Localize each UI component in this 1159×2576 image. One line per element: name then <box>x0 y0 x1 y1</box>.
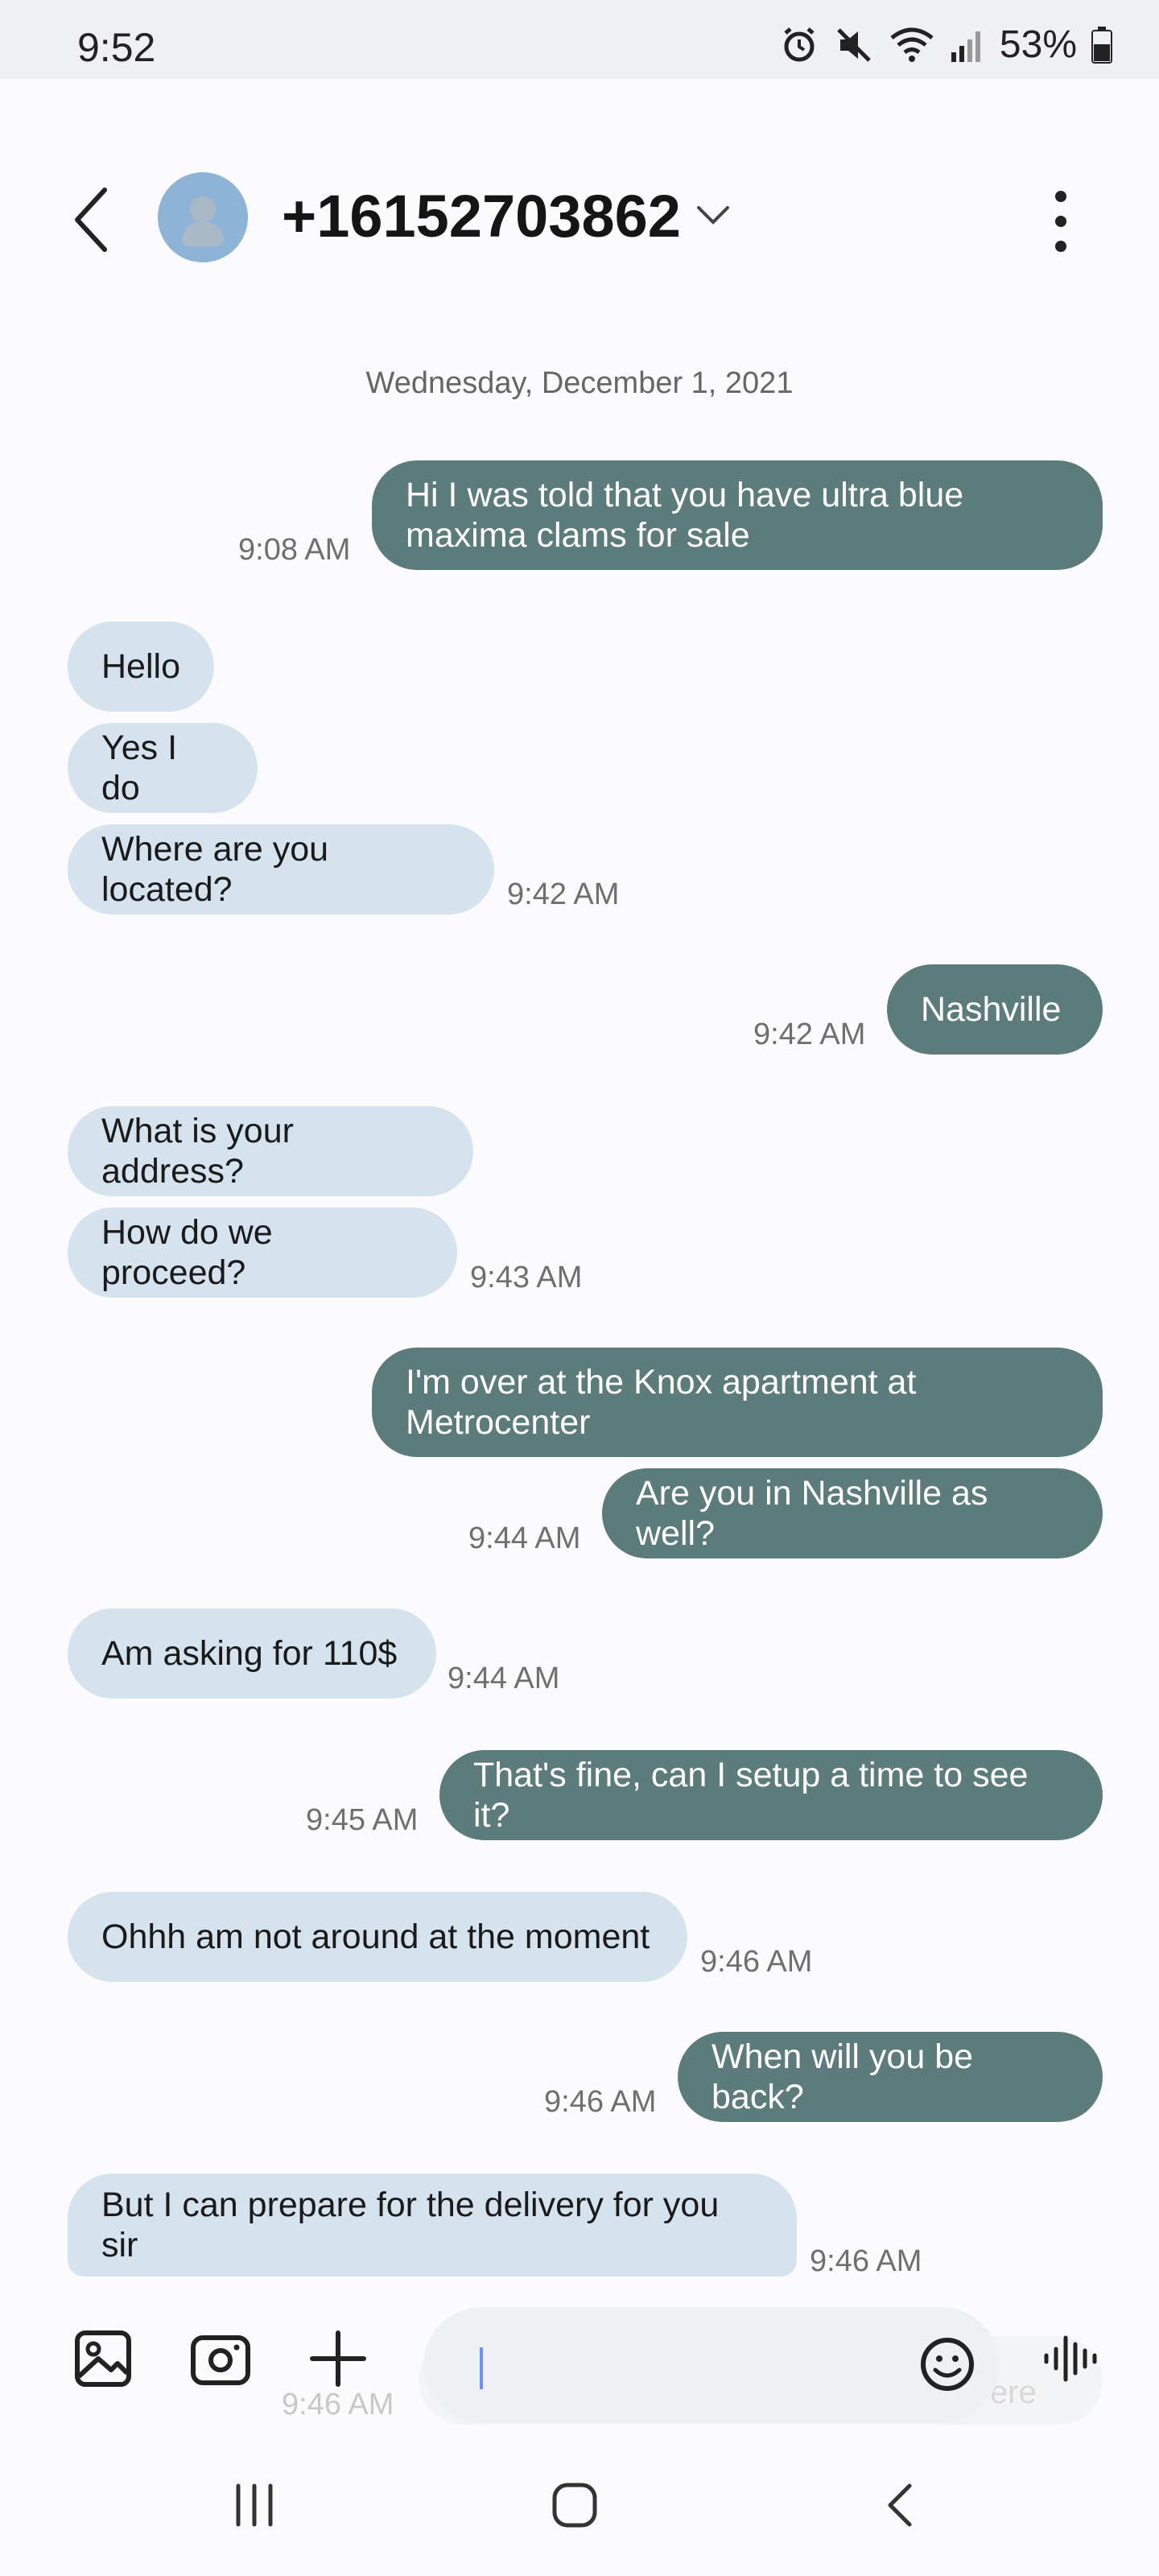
alarm-icon <box>784 27 815 61</box>
battery-icon <box>1091 26 1112 64</box>
message-bubble-incoming[interactable]: But I can prepare for the delivery for y… <box>68 2174 797 2277</box>
back-nav-icon[interactable] <box>877 2481 926 2529</box>
message-input[interactable] <box>423 2307 1000 2423</box>
message-bubble-incoming[interactable]: Am asking for 110$ <box>68 1608 436 1699</box>
message-bubble-incoming[interactable]: Yes I do <box>68 723 258 813</box>
message-timestamp: 9:43 AM <box>470 1261 583 1294</box>
message-text: Hello <box>101 647 180 686</box>
conversation-header: +16152703862 <box>0 137 1159 298</box>
status-bar: 9:52 53% <box>0 0 1159 79</box>
message-text: But I can prepare for the delivery for y… <box>101 2186 720 2264</box>
message-timestamp: 9:45 AM <box>306 1803 419 1837</box>
date-separator: Wednesday, December 1, 2021 <box>365 366 794 400</box>
message-bubble-incoming[interactable]: What is your address? <box>68 1106 473 1196</box>
home-icon[interactable] <box>551 2481 599 2529</box>
message-timestamp: 9:46 AM <box>544 2085 657 2119</box>
message-text: Ohhh am not around at the moment <box>101 1918 650 1956</box>
signal-icon <box>951 31 980 62</box>
avatar[interactable] <box>158 172 248 262</box>
wifi-icon <box>890 27 934 62</box>
emoji-icon[interactable] <box>918 2334 977 2394</box>
message-text: How do we proceed? <box>101 1213 273 1292</box>
message-timestamp: 9:42 AM <box>753 1018 866 1051</box>
status-icons: 53% <box>779 23 1112 67</box>
message-text: Are you in Nashville as well? <box>636 1474 988 1553</box>
message-bubble-incoming[interactable]: How do we proceed? <box>68 1208 457 1298</box>
message-timestamp: 9:42 AM <box>507 877 620 911</box>
message-text: What is your address? <box>101 1112 294 1191</box>
message-timestamp: 9:44 AM <box>468 1521 581 1555</box>
message-timestamp: 9:44 AM <box>448 1662 560 1695</box>
gallery-icon[interactable] <box>71 2326 135 2391</box>
message-text: I'm over at the Knox apartment at Metroce… <box>406 1363 917 1442</box>
message-text: Where are you located? <box>101 830 329 909</box>
message-text: Hi I was told that you have ultra blue ma… <box>406 476 964 555</box>
chevron-down-icon[interactable] <box>695 203 731 227</box>
message-bubble-outgoing[interactable]: That's fine, can I setup a time to see i… <box>439 1750 1103 1840</box>
mute-icon <box>837 27 871 62</box>
message-bubble-incoming[interactable]: Where are you located? <box>68 824 494 914</box>
avatar-body-shape <box>182 222 224 246</box>
message-bubble-incoming[interactable]: Hello <box>68 621 214 712</box>
message-text: Yes I do <box>101 729 178 807</box>
battery-percent: 53% <box>999 23 1077 66</box>
message-bubble-outgoing[interactable]: Are you in Nashville as well? <box>602 1468 1103 1558</box>
message-composer: 9:46 AM ere <box>0 2270 1159 2425</box>
message-text: Am asking for 110$ <box>101 1634 398 1673</box>
message-text: Nashville <box>921 990 1062 1029</box>
message-bubble-outgoing[interactable]: Nashville <box>887 964 1103 1055</box>
camera-icon[interactable] <box>188 2326 253 2391</box>
message-bubble-outgoing[interactable]: When will you be back? <box>678 2032 1103 2122</box>
system-nav-bar <box>0 2439 1159 2576</box>
message-bubble-outgoing[interactable]: Hi I was told that you have ultra blue ma… <box>372 460 1103 570</box>
more-vertical-icon[interactable] <box>1051 188 1070 254</box>
message-text: When will you be back? <box>711 2037 974 2116</box>
partial-timestamp: 9:46 AM <box>282 2388 394 2421</box>
status-time: 9:52 <box>77 25 156 70</box>
message-bubble-outgoing[interactable]: I'm over at the Knox apartment at Metroce… <box>372 1348 1103 1457</box>
message-text: That's fine, can I setup a time to see i… <box>473 1756 1029 1835</box>
voice-icon[interactable] <box>1040 2326 1104 2391</box>
back-icon[interactable] <box>68 184 116 256</box>
text-cursor <box>480 2347 483 2389</box>
plus-icon[interactable] <box>306 2326 370 2391</box>
recent-apps-icon[interactable] <box>230 2481 278 2529</box>
message-bubble-incoming[interactable]: Ohhh am not around at the moment <box>68 1892 687 1982</box>
message-timestamp: 9:46 AM <box>700 1945 813 1979</box>
contact-title[interactable]: +16152703862 <box>282 182 681 250</box>
message-timestamp: 9:08 AM <box>238 533 351 567</box>
avatar-head-shape <box>190 196 216 222</box>
